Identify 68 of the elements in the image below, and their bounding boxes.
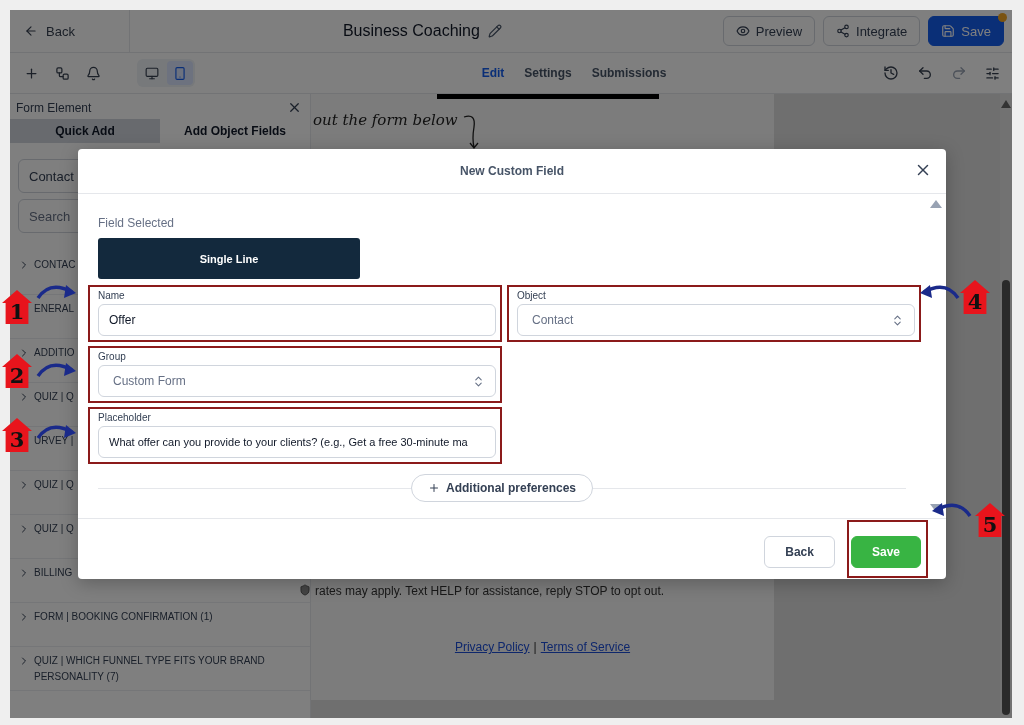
undo-icon[interactable] [917,65,933,81]
history-icon[interactable] [883,65,899,81]
sliders-icon[interactable] [985,65,1000,81]
share-icon [836,24,851,38]
field-type-button[interactable]: Single Line [98,238,360,279]
scroll-up-icon[interactable] [930,200,942,208]
phone-icon [173,65,187,81]
chevrons-icon [891,313,904,327]
editor-tab[interactable]: Settings [524,66,572,80]
separator: | [533,640,537,654]
additional-preferences-button[interactable]: Additional preferences [411,474,593,502]
group-label: ENERAL [34,302,74,316]
curved-arrow [36,422,78,442]
scroll-up-icon[interactable] [1001,100,1011,108]
terms-link[interactable]: Terms of Service [540,640,631,654]
back-link[interactable]: Back [10,10,130,52]
header-button[interactable]: Integrate [823,16,921,46]
group-label: BILLING [34,566,73,580]
panel-tab[interactable]: Quick Add [10,119,160,143]
pencil-icon[interactable] [487,24,502,38]
page-title: Business Coaching [342,22,480,40]
curved-arrow [36,282,78,302]
group-label: QUIZ | Q [34,390,74,404]
input-field[interactable]: Offer [98,304,496,336]
group-label: QUIZ | Q [34,522,74,536]
dialog-title: New Custom Field [460,164,564,178]
curved-arrow [930,500,972,520]
close-icon[interactable] [287,100,302,115]
group-label: URVEY | [34,434,74,448]
curved-arrow [918,282,960,302]
chevrons-icon [472,374,485,388]
field-selected-label: Field Selected [98,216,176,230]
input-field[interactable]: What offer can you provide to your clients? (e.g., Get a free 30-minute ma [98,426,496,458]
group-label: QUIZ | WHICH FUNNEL TYPE FITS YOUR BRAND PERSONALITY (7) [34,654,266,684]
field-label: Name [98,290,126,301]
editor-tab[interactable]: Submissions [591,66,667,80]
group-label: FORM | BOOKING CONFIRMATION (1) [34,610,213,624]
select-value: Custom Form [113,374,186,388]
save-button[interactable]: Save [850,536,921,568]
group-label: CONTAC [34,258,76,272]
scroll-thumb[interactable] [1002,280,1010,715]
select-field[interactable]: Custom Form [98,365,496,397]
field-label: Object [517,290,547,301]
back-button[interactable]: Back [764,536,835,568]
notification-dot [998,13,1007,22]
editor-tab[interactable]: Edit [481,66,505,80]
field-label: Group [98,351,127,362]
mobile-toggle[interactable] [167,61,193,85]
monitor-icon [145,65,159,81]
group-label: QUIZ | Q [34,478,74,492]
eye-icon [735,24,750,38]
curved-arrow [36,360,78,380]
select-value: Contact [532,313,574,327]
field-label: Placeholder [98,412,152,423]
save-button[interactable]: Save [928,16,1004,46]
connections-icon[interactable] [55,65,70,81]
plus-icon[interactable] [24,65,39,81]
shield-icon [299,584,311,596]
save-icon [941,24,956,38]
script-text: out the form below [313,111,458,129]
bell-icon[interactable] [86,65,101,81]
panel-title: Form Element [16,100,92,115]
plus-icon [428,482,440,494]
group-label: ADDITIO [34,346,75,360]
privacy-link[interactable]: Privacy Policy [454,640,530,654]
disclaimer-text: rates may apply. Text HELP for assistance, reply STOP to opt out. [315,584,665,598]
header-button[interactable]: Preview [722,16,816,46]
select-field[interactable]: Contact [517,304,915,336]
